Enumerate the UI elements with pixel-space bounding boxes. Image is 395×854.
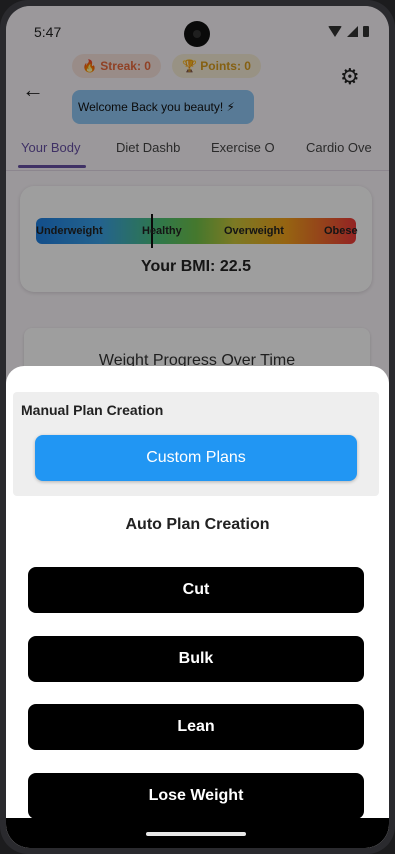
lose-weight-plan-button[interactable]: Lose Weight: [28, 773, 364, 819]
manual-plan-title: Manual Plan Creation: [21, 402, 164, 418]
plan-bottom-sheet: Manual Plan Creation Custom Plans Auto P…: [6, 366, 389, 848]
auto-plan-title: Auto Plan Creation: [125, 516, 270, 533]
app-screen: 5:47 ← 🔥 Streak: 0 🏆 Points: 0 Welcome B…: [6, 6, 389, 848]
custom-plans-button[interactable]: Custom Plans: [35, 435, 357, 481]
system-nav-bar: [6, 818, 389, 848]
home-gesture-pill[interactable]: [146, 832, 246, 836]
phone-frame: 5:47 ← 🔥 Streak: 0 🏆 Points: 0 Welcome B…: [0, 0, 395, 854]
bulk-plan-button[interactable]: Bulk: [28, 636, 364, 682]
manual-plan-section: Manual Plan Creation Custom Plans: [13, 392, 379, 496]
lean-plan-button[interactable]: Lean: [28, 704, 364, 750]
cut-plan-button[interactable]: Cut: [28, 567, 364, 613]
